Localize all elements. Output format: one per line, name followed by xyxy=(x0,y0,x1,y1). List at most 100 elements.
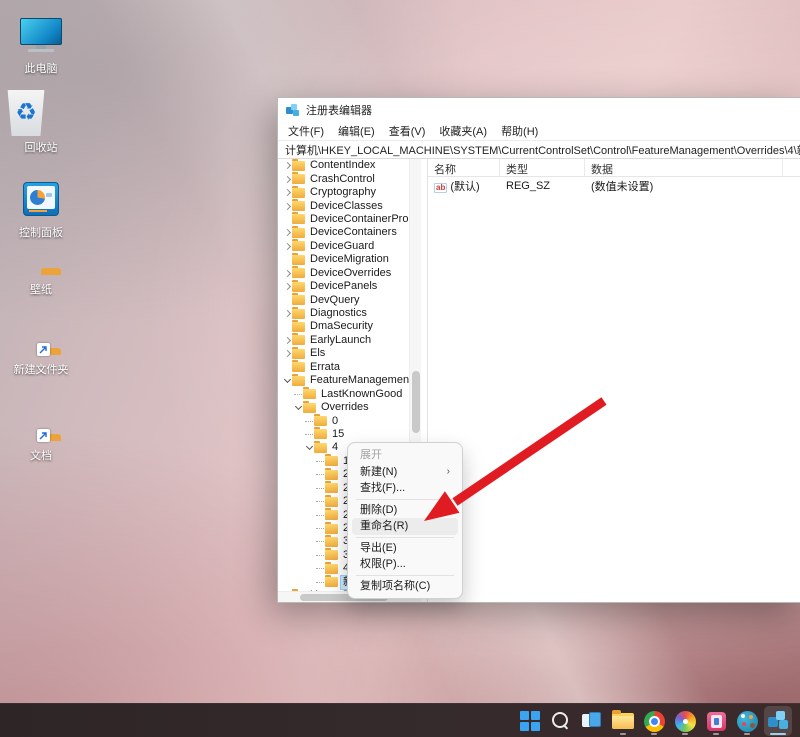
menu-bar: 文件(F) 编辑(E) 查看(V) 收藏夹(A) 帮助(H) xyxy=(278,122,800,141)
menu-file[interactable]: 文件(F) xyxy=(281,121,331,141)
media-app-icon xyxy=(706,711,726,731)
tree-item[interactable]: DeviceGuard xyxy=(278,239,409,253)
tree-item[interactable]: DeviceContainers xyxy=(278,225,409,239)
tree-item[interactable]: Overrides xyxy=(278,400,409,414)
chevron-right-icon[interactable] xyxy=(283,269,292,278)
address-bar[interactable]: 计算机\HKEY_LOCAL_MACHINE\SYSTEM\CurrentCon… xyxy=(278,141,800,159)
file-explorer-button[interactable] xyxy=(609,706,637,736)
folder-icon xyxy=(303,387,316,400)
menu-separator xyxy=(356,536,454,538)
chevron-right-icon[interactable] xyxy=(283,188,292,197)
address-path: 计算机\HKEY_LOCAL_MACHINE\SYSTEM\CurrentCon… xyxy=(285,144,800,157)
desktop-icon-label: 文档 xyxy=(30,450,52,462)
menu-item-rename[interactable]: 重命名(R) xyxy=(352,518,458,535)
column-header-name[interactable]: 名称 xyxy=(428,159,500,176)
tree-item[interactable]: DevQuery xyxy=(278,293,409,306)
column-header-data[interactable]: 数据 xyxy=(585,159,783,176)
desktop-icon-folder-1[interactable]: 壁纸 xyxy=(6,260,76,297)
shortcut-arrow-icon xyxy=(37,429,50,442)
tree-item-label: DeviceGuard xyxy=(310,239,375,252)
search-icon xyxy=(551,711,571,731)
menu-item-copy-key-name[interactable]: 复制项名称(C) xyxy=(352,578,458,595)
tree-item-label: CrashControl xyxy=(310,172,375,185)
value-row[interactable]: ab (默认) REG_SZ (数值未设置) xyxy=(428,177,800,194)
tree-item-label: 0 xyxy=(332,414,339,427)
folder-icon xyxy=(292,360,305,373)
tree-item[interactable]: EarlyLaunch xyxy=(278,333,409,347)
tree-item-label: DeviceOverrides xyxy=(310,266,392,279)
chevron-right-icon[interactable] xyxy=(283,242,292,251)
chevron-right-icon[interactable] xyxy=(283,228,292,237)
chevron-right-icon[interactable] xyxy=(283,161,292,170)
folder-icon xyxy=(325,561,338,574)
tree-item[interactable]: FeatureManagement xyxy=(278,373,409,387)
task-view-icon xyxy=(582,712,602,730)
tree-item[interactable]: CrashControl xyxy=(278,172,409,185)
desktop-icon-label: 新建文件夹 xyxy=(13,364,69,376)
chrome-button[interactable] xyxy=(640,706,668,736)
chevron-right-icon[interactable] xyxy=(283,336,292,345)
menu-help[interactable]: 帮助(H) xyxy=(494,121,545,141)
tree-item[interactable]: ContentIndex xyxy=(278,159,409,172)
desktop-icon-control-panel[interactable]: 控制面板 xyxy=(6,182,76,240)
tree-item[interactable]: Diagnostics xyxy=(278,306,409,320)
folder-icon xyxy=(292,252,305,265)
folder-icon xyxy=(292,199,305,212)
chevron-down-icon[interactable] xyxy=(294,403,303,412)
menu-edit[interactable]: 编辑(E) xyxy=(331,121,382,141)
tree-item[interactable]: DeviceOverrides xyxy=(278,266,409,280)
chevron-right-icon[interactable] xyxy=(283,175,292,184)
chevron-right-icon[interactable] xyxy=(283,282,292,291)
chevron-down-icon[interactable] xyxy=(283,376,292,385)
desktop-icon-folder-2[interactable]: 新建文件夹 xyxy=(6,340,76,377)
string-value-icon: ab xyxy=(434,182,448,193)
menu-favorites[interactable]: 收藏夹(A) xyxy=(432,121,494,141)
menu-item-delete[interactable]: 删除(D) xyxy=(352,502,458,519)
tree-item[interactable]: Cryptography xyxy=(278,185,409,199)
window-title: 注册表编辑器 xyxy=(306,105,372,117)
tree-item[interactable]: DevicePanels xyxy=(278,279,409,293)
desktop-icon-label: 此电脑 xyxy=(24,63,58,75)
tree-item[interactable]: Errata xyxy=(278,360,409,374)
photos-button[interactable] xyxy=(671,706,699,736)
scrollbar-thumb[interactable] xyxy=(412,371,420,433)
start-button[interactable] xyxy=(516,706,544,736)
folder-icon xyxy=(292,346,305,359)
folder-icon xyxy=(292,266,305,279)
tree-item[interactable]: DeviceMigration xyxy=(278,252,409,266)
column-header-type[interactable]: 类型 xyxy=(500,159,585,176)
tree-item[interactable]: DmaSecurity xyxy=(278,319,409,333)
tree-item-label: DevQuery xyxy=(310,293,360,306)
menu-item-find[interactable]: 查找(F)... xyxy=(352,480,458,497)
chevron-right-icon[interactable] xyxy=(283,202,292,211)
tree-item-label: 4 xyxy=(332,441,339,454)
menu-item-new[interactable]: 新建(N) › xyxy=(352,464,458,481)
tree-item[interactable]: 15 xyxy=(278,427,409,441)
chevron-down-icon[interactable] xyxy=(305,443,314,452)
tree-item[interactable]: DeviceClasses xyxy=(278,199,409,212)
chevron-right-icon[interactable] xyxy=(283,309,292,318)
folder-icon xyxy=(314,414,327,427)
task-view-button[interactable] xyxy=(578,706,606,736)
desktop-icon-this-pc[interactable]: 此电脑 xyxy=(6,18,76,76)
folder-icon xyxy=(325,508,338,521)
media-app-button[interactable] xyxy=(702,706,730,736)
menu-view[interactable]: 查看(V) xyxy=(382,121,433,141)
search-button[interactable] xyxy=(547,706,575,736)
chevron-right-icon[interactable] xyxy=(283,349,292,358)
paint-palette-icon xyxy=(736,710,758,732)
registry-values-pane[interactable]: 名称 类型 数据 ab (默认) REG_SZ (数值未设置) xyxy=(428,159,800,602)
desktop-icon-recycle-bin[interactable]: ♻ 回收站 xyxy=(6,90,76,155)
tree-item[interactable]: Els xyxy=(278,346,409,360)
registry-editor-taskbar-button[interactable] xyxy=(764,706,792,736)
desktop-icon-folder-3[interactable]: 文档 xyxy=(6,426,76,463)
tree-item[interactable]: DeviceContainerPropertyUpda xyxy=(278,212,409,226)
folder-icon xyxy=(292,212,305,225)
tree-item[interactable]: 0 xyxy=(278,414,409,427)
menu-item-permissions[interactable]: 权限(P)... xyxy=(352,556,458,573)
tree-item[interactable]: LastKnownGood xyxy=(278,387,409,400)
title-bar[interactable]: 注册表编辑器 xyxy=(278,98,800,122)
paint-button[interactable] xyxy=(733,706,761,736)
value-data: (数值未设置) xyxy=(591,180,654,193)
menu-item-export[interactable]: 导出(E) xyxy=(352,540,458,557)
